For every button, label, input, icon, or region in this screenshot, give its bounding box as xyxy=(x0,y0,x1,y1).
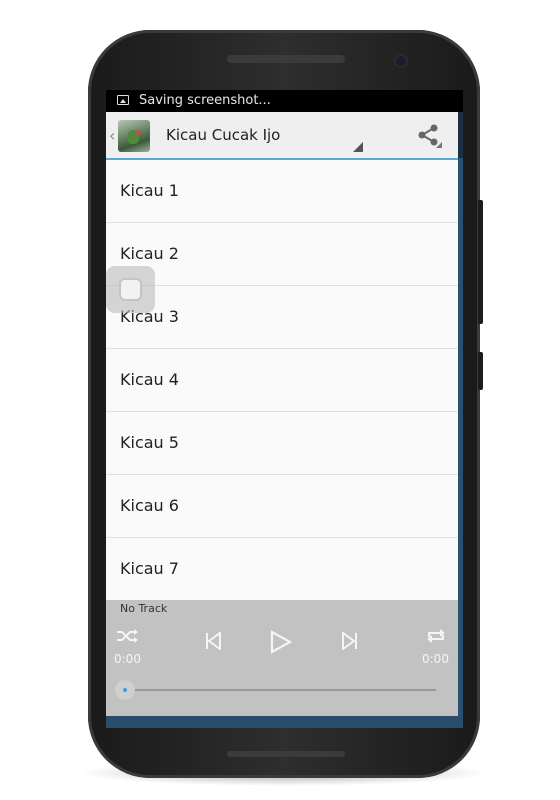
navigation-strip xyxy=(106,716,463,728)
repeat-icon[interactable] xyxy=(426,628,446,644)
status-bar: Saving screenshot... xyxy=(106,90,463,112)
now-playing-label: No Track xyxy=(120,602,168,615)
bird-beak xyxy=(136,130,141,135)
page-title[interactable]: Kicau Cucak Ijo xyxy=(166,126,280,144)
list-item[interactable]: Kicau 6 xyxy=(106,475,458,538)
top-speaker-grille xyxy=(227,55,345,63)
volume-button xyxy=(478,352,483,390)
play-icon[interactable] xyxy=(270,630,292,654)
list-item-label: Kicau 6 xyxy=(120,496,179,515)
elapsed-time: 0:00 xyxy=(114,652,141,666)
list-item[interactable]: Kicau 5 xyxy=(106,412,458,475)
back-chevron-icon[interactable]: ‹ xyxy=(109,126,115,145)
list-item[interactable]: Kicau 7 xyxy=(106,538,458,600)
screen-edge xyxy=(458,158,463,716)
seek-progress-dot xyxy=(123,688,127,692)
share-icon[interactable] xyxy=(416,122,442,148)
shuffle-icon[interactable] xyxy=(116,628,138,644)
front-camera xyxy=(396,56,406,66)
screen: Saving screenshot... ‹ Kicau Cucak Ijo K… xyxy=(106,90,463,728)
list-item-label: Kicau 2 xyxy=(120,244,179,263)
track-list: Kicau 1 Kicau 2 Kicau 3 Kicau 4 Kicau 5 … xyxy=(106,160,458,600)
previous-icon[interactable] xyxy=(205,632,221,650)
next-icon[interactable] xyxy=(342,632,358,650)
assistive-touch-button[interactable] xyxy=(106,266,155,313)
spinner-indicator-icon[interactable] xyxy=(353,142,363,152)
list-item-label: Kicau 5 xyxy=(120,433,179,452)
bottom-speaker-grille xyxy=(227,751,345,757)
list-item[interactable]: Kicau 4 xyxy=(106,349,458,412)
list-item[interactable]: Kicau 1 xyxy=(106,160,458,223)
assistive-touch-inner xyxy=(119,278,142,301)
list-item[interactable]: Kicau 3 xyxy=(106,286,458,349)
list-item-label: Kicau 4 xyxy=(120,370,179,389)
power-button xyxy=(478,200,483,324)
list-item-label: Kicau 7 xyxy=(120,559,179,578)
app-icon[interactable] xyxy=(118,120,150,152)
seek-bar[interactable] xyxy=(124,689,436,691)
status-notification: Saving screenshot... xyxy=(139,93,271,108)
screenshot-icon xyxy=(117,95,129,105)
list-item[interactable]: Kicau 2 xyxy=(106,223,458,286)
action-bar: ‹ Kicau Cucak Ijo xyxy=(106,112,458,160)
duration-time: 0:00 xyxy=(422,652,449,666)
music-player: No Track 0:00 0:00 xyxy=(106,600,458,716)
list-item-label: Kicau 1 xyxy=(120,181,179,200)
seek-thumb[interactable] xyxy=(115,680,135,700)
